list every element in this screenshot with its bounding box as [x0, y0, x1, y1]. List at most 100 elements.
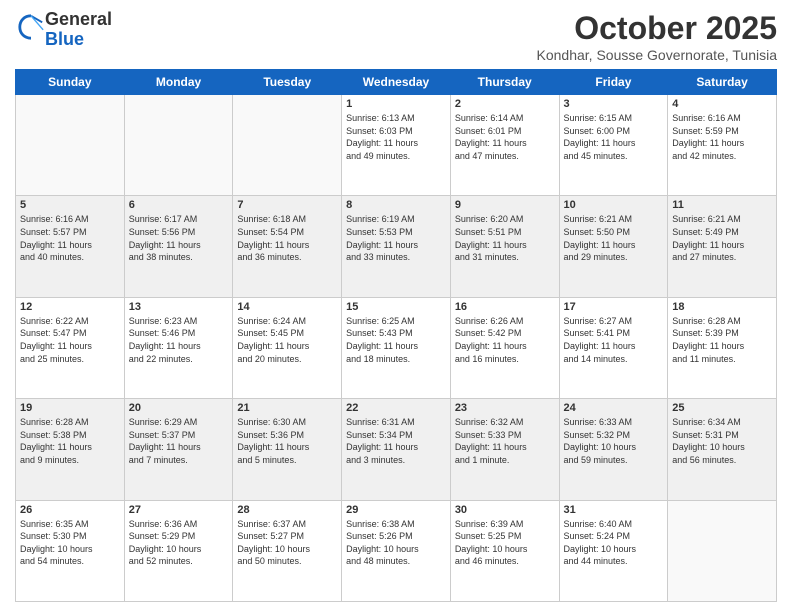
day-info: Sunrise: 6:38 AM Sunset: 5:26 PM Dayligh…: [346, 518, 446, 568]
day-info: Sunrise: 6:21 AM Sunset: 5:50 PM Dayligh…: [564, 213, 664, 263]
day-number: 3: [564, 98, 664, 110]
day-info: Sunrise: 6:17 AM Sunset: 5:56 PM Dayligh…: [129, 213, 229, 263]
location: Kondhar, Sousse Governorate, Tunisia: [537, 47, 777, 63]
day-info: Sunrise: 6:36 AM Sunset: 5:29 PM Dayligh…: [129, 518, 229, 568]
calendar-day: 6 Sunrise: 6:17 AM Sunset: 5:56 PM Daylig…: [124, 196, 233, 297]
day-info: Sunrise: 6:39 AM Sunset: 5:25 PM Dayligh…: [455, 518, 555, 568]
calendar-day: 1 Sunrise: 6:13 AM Sunset: 6:03 PM Daylig…: [342, 95, 451, 196]
day-number: 10: [564, 199, 664, 211]
day-info: Sunrise: 6:35 AM Sunset: 5:30 PM Dayligh…: [20, 518, 120, 568]
day-info: Sunrise: 6:31 AM Sunset: 5:34 PM Dayligh…: [346, 416, 446, 466]
day-header-saturday: Saturday: [668, 70, 777, 95]
calendar-day: 10 Sunrise: 6:21 AM Sunset: 5:50 PM Dayli…: [559, 196, 668, 297]
calendar-day: 12 Sunrise: 6:22 AM Sunset: 5:47 PM Dayli…: [16, 297, 125, 398]
calendar-day: 11 Sunrise: 6:21 AM Sunset: 5:49 PM Dayli…: [668, 196, 777, 297]
day-number: 16: [455, 301, 555, 313]
day-info: Sunrise: 6:16 AM Sunset: 5:57 PM Dayligh…: [20, 213, 120, 263]
day-info: Sunrise: 6:20 AM Sunset: 5:51 PM Dayligh…: [455, 213, 555, 263]
calendar-day: 4 Sunrise: 6:16 AM Sunset: 5:59 PM Daylig…: [668, 95, 777, 196]
day-info: Sunrise: 6:16 AM Sunset: 5:59 PM Dayligh…: [672, 112, 772, 162]
day-number: 19: [20, 402, 120, 414]
day-header-tuesday: Tuesday: [233, 70, 342, 95]
day-number: 30: [455, 504, 555, 516]
calendar-day: 7Sunrise: 6:18 AM Sunset: 5:54 PM Daylig…: [233, 196, 342, 297]
logo-blue-text: Blue: [45, 29, 84, 49]
day-info: Sunrise: 6:40 AM Sunset: 5:24 PM Dayligh…: [564, 518, 664, 568]
day-number: 17: [564, 301, 664, 313]
day-info: Sunrise: 6:22 AM Sunset: 5:47 PM Dayligh…: [20, 315, 120, 365]
calendar-day: 24 Sunrise: 6:33 AM Sunset: 5:32 PM Dayli…: [559, 399, 668, 500]
day-info: Sunrise: 6:33 AM Sunset: 5:32 PM Dayligh…: [564, 416, 664, 466]
day-info: Sunrise: 6:18 AM Sunset: 5:54 PM Dayligh…: [237, 213, 337, 263]
day-number: 5: [20, 199, 120, 211]
day-header-wednesday: Wednesday: [342, 70, 451, 95]
calendar-day: 9Sunrise: 6:20 AM Sunset: 5:51 PM Daylig…: [450, 196, 559, 297]
day-number: 6: [129, 199, 229, 211]
day-info: Sunrise: 6:13 AM Sunset: 6:03 PM Dayligh…: [346, 112, 446, 162]
day-header-friday: Friday: [559, 70, 668, 95]
day-number: 11: [672, 199, 772, 211]
day-number: 1: [346, 98, 446, 110]
day-number: 2: [455, 98, 555, 110]
calendar-day: 23 Sunrise: 6:32 AM Sunset: 5:33 PM Dayli…: [450, 399, 559, 500]
calendar-week-4: 19 Sunrise: 6:28 AM Sunset: 5:38 PM Dayli…: [16, 399, 777, 500]
calendar-day: 29 Sunrise: 6:38 AM Sunset: 5:26 PM Dayli…: [342, 500, 451, 601]
calendar-day: [124, 95, 233, 196]
calendar-day: 28 Sunrise: 6:37 AM Sunset: 5:27 PM Dayli…: [233, 500, 342, 601]
title-block: October 2025 Kondhar, Sousse Governorate…: [537, 10, 777, 63]
day-number: 4: [672, 98, 772, 110]
calendar-week-5: 26Sunrise: 6:35 AM Sunset: 5:30 PM Dayli…: [16, 500, 777, 601]
day-info: Sunrise: 6:15 AM Sunset: 6:00 PM Dayligh…: [564, 112, 664, 162]
calendar-day: 25 Sunrise: 6:34 AM Sunset: 5:31 PM Dayli…: [668, 399, 777, 500]
day-info: Sunrise: 6:27 AM Sunset: 5:41 PM Dayligh…: [564, 315, 664, 365]
day-number: 15: [346, 301, 446, 313]
calendar-day: 20Sunrise: 6:29 AM Sunset: 5:37 PM Dayli…: [124, 399, 233, 500]
calendar-day: 15 Sunrise: 6:25 AM Sunset: 5:43 PM Dayli…: [342, 297, 451, 398]
calendar-day: [668, 500, 777, 601]
calendar-day: [16, 95, 125, 196]
day-number: 24: [564, 402, 664, 414]
calendar-day: 18Sunrise: 6:28 AM Sunset: 5:39 PM Dayli…: [668, 297, 777, 398]
day-info: Sunrise: 6:14 AM Sunset: 6:01 PM Dayligh…: [455, 112, 555, 162]
day-info: Sunrise: 6:21 AM Sunset: 5:49 PM Dayligh…: [672, 213, 772, 263]
calendar-header-row: SundayMondayTuesdayWednesdayThursdayFrid…: [16, 70, 777, 95]
calendar-day: 17 Sunrise: 6:27 AM Sunset: 5:41 PM Dayli…: [559, 297, 668, 398]
calendar-day: 31Sunrise: 6:40 AM Sunset: 5:24 PM Dayli…: [559, 500, 668, 601]
calendar-table: SundayMondayTuesdayWednesdayThursdayFrid…: [15, 69, 777, 602]
calendar-day: 27 Sunrise: 6:36 AM Sunset: 5:29 PM Dayli…: [124, 500, 233, 601]
calendar-day: 13Sunrise: 6:23 AM Sunset: 5:46 PM Dayli…: [124, 297, 233, 398]
day-number: 12: [20, 301, 120, 313]
calendar-day: 26Sunrise: 6:35 AM Sunset: 5:30 PM Dayli…: [16, 500, 125, 601]
calendar-day: 3 Sunrise: 6:15 AM Sunset: 6:00 PM Daylig…: [559, 95, 668, 196]
day-info: Sunrise: 6:34 AM Sunset: 5:31 PM Dayligh…: [672, 416, 772, 466]
calendar-day: 14 Sunrise: 6:24 AM Sunset: 5:45 PM Dayli…: [233, 297, 342, 398]
day-info: Sunrise: 6:28 AM Sunset: 5:38 PM Dayligh…: [20, 416, 120, 466]
month-title: October 2025: [537, 10, 777, 47]
day-number: 29: [346, 504, 446, 516]
calendar-day: 16 Sunrise: 6:26 AM Sunset: 5:42 PM Dayli…: [450, 297, 559, 398]
day-info: Sunrise: 6:19 AM Sunset: 5:53 PM Dayligh…: [346, 213, 446, 263]
day-header-sunday: Sunday: [16, 70, 125, 95]
logo: General Blue: [15, 10, 112, 50]
day-info: Sunrise: 6:32 AM Sunset: 5:33 PM Dayligh…: [455, 416, 555, 466]
day-number: 14: [237, 301, 337, 313]
day-info: Sunrise: 6:26 AM Sunset: 5:42 PM Dayligh…: [455, 315, 555, 365]
day-number: 23: [455, 402, 555, 414]
calendar-day: 8 Sunrise: 6:19 AM Sunset: 5:53 PM Daylig…: [342, 196, 451, 297]
day-number: 27: [129, 504, 229, 516]
day-number: 8: [346, 199, 446, 211]
calendar-day: 21Sunrise: 6:30 AM Sunset: 5:36 PM Dayli…: [233, 399, 342, 500]
day-info: Sunrise: 6:25 AM Sunset: 5:43 PM Dayligh…: [346, 315, 446, 365]
header: General Blue October 2025 Kondhar, Souss…: [15, 10, 777, 63]
day-info: Sunrise: 6:24 AM Sunset: 5:45 PM Dayligh…: [237, 315, 337, 365]
day-header-thursday: Thursday: [450, 70, 559, 95]
day-number: 20: [129, 402, 229, 414]
day-number: 28: [237, 504, 337, 516]
day-info: Sunrise: 6:23 AM Sunset: 5:46 PM Dayligh…: [129, 315, 229, 365]
day-number: 25: [672, 402, 772, 414]
day-info: Sunrise: 6:37 AM Sunset: 5:27 PM Dayligh…: [237, 518, 337, 568]
calendar-page: General Blue October 2025 Kondhar, Souss…: [0, 0, 792, 612]
day-number: 22: [346, 402, 446, 414]
calendar-day: 30 Sunrise: 6:39 AM Sunset: 5:25 PM Dayli…: [450, 500, 559, 601]
calendar-day: 2 Sunrise: 6:14 AM Sunset: 6:01 PM Daylig…: [450, 95, 559, 196]
